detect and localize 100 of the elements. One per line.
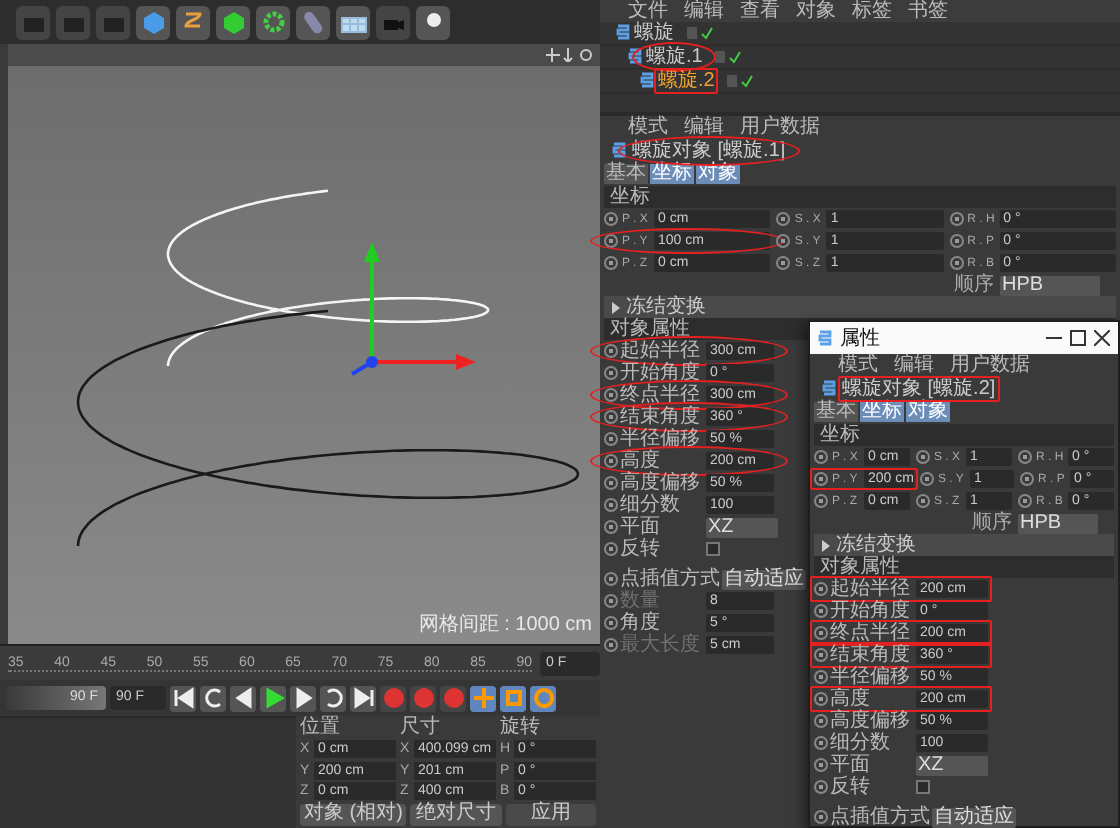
tab[interactable]: 基本 (814, 402, 858, 422)
enabled-check-icon[interactable] (726, 74, 755, 88)
checkbox[interactable] (706, 542, 720, 556)
keyframe-dot-icon[interactable] (776, 256, 791, 270)
cube-icon[interactable] (136, 5, 170, 39)
keyframe-dot-icon[interactable] (604, 520, 618, 534)
keyframe-dot-icon[interactable] (604, 476, 618, 490)
keyframe-dot-icon[interactable] (604, 542, 618, 556)
loop-back-icon[interactable] (200, 685, 226, 711)
keyframe-dot-icon[interactable] (604, 410, 618, 424)
keyframe-dot-icon[interactable] (604, 572, 618, 586)
viewport-navigation-icon[interactable] (546, 48, 594, 62)
keyframe-dot-icon[interactable] (776, 212, 791, 226)
gear-icon[interactable] (256, 5, 290, 39)
step-forward-icon[interactable] (290, 685, 316, 711)
keyframe-dot-icon[interactable] (604, 638, 618, 652)
menu-item[interactable]: 书签 (908, 0, 948, 22)
keyframe-dot-icon[interactable] (814, 714, 828, 728)
keyframe-dot-icon[interactable] (604, 454, 618, 468)
scale-tool-icon[interactable] (500, 685, 526, 711)
dropdown[interactable]: HPB (1018, 513, 1098, 533)
loop-forward-icon[interactable] (320, 685, 346, 711)
keyframe-dot-icon[interactable] (814, 582, 828, 596)
keyframe-dot-icon[interactable] (919, 472, 934, 486)
menu-item[interactable]: 模式 (838, 354, 878, 376)
menu-item[interactable]: 模式 (628, 116, 668, 138)
record-key-icon[interactable] (410, 685, 436, 711)
keyframe-dot-icon[interactable] (814, 604, 828, 618)
keyframe-dot-icon[interactable] (604, 616, 618, 630)
keyframe-dot-icon[interactable] (814, 758, 828, 772)
dropdown[interactable]: 绝对尺寸 (410, 803, 502, 826)
keyframe-dot-icon[interactable] (814, 670, 828, 684)
enabled-check-icon[interactable] (714, 50, 743, 64)
dropdown[interactable]: HPB (1000, 275, 1100, 295)
keyframe-dot-icon[interactable] (949, 212, 964, 226)
collapsed-section[interactable]: 冻结变换 (604, 296, 1116, 318)
checkbox[interactable] (916, 780, 930, 794)
property-label: 高度 (620, 450, 660, 472)
keyframe-dot-icon[interactable] (814, 692, 828, 706)
menu-item[interactable]: 用户数据 (950, 354, 1030, 376)
keyframe-dot-icon[interactable] (949, 256, 964, 270)
keyframe-dot-icon[interactable] (814, 626, 828, 640)
record-key-icon[interactable] (440, 685, 466, 711)
keyframe-dot-icon[interactable] (604, 212, 618, 226)
keyframe-dot-icon[interactable] (814, 780, 828, 794)
keyframe-dot-icon[interactable] (814, 472, 828, 486)
keyframe-dot-icon[interactable] (604, 432, 618, 446)
object-name[interactable]: 螺旋.2 (658, 70, 715, 92)
keyframe-dot-icon[interactable] (604, 366, 618, 380)
step-back-icon[interactable] (230, 685, 256, 711)
close-icon[interactable] (1094, 330, 1110, 346)
object-name[interactable]: 螺旋 (634, 22, 674, 44)
keyframe-dot-icon[interactable] (604, 234, 618, 248)
enabled-check-icon[interactable] (686, 26, 714, 40)
keyframe-dot-icon[interactable] (1018, 450, 1032, 464)
tab[interactable]: 基本 (604, 164, 648, 184)
menu-item[interactable]: 编辑 (894, 354, 934, 376)
keyframe-dot-icon[interactable] (1018, 494, 1032, 508)
play-icon[interactable] (260, 685, 286, 711)
dropdown[interactable]: XZ (706, 517, 778, 537)
property-label: 细分数 (830, 732, 892, 754)
property-label: 半径偏移 (830, 666, 912, 688)
rotate-tool-icon[interactable] (530, 685, 556, 711)
dropdown[interactable]: 自动适应 (722, 569, 806, 589)
keyframe-dot-icon[interactable] (814, 648, 828, 662)
keyframe-dot-icon[interactable] (814, 450, 828, 464)
light-bulb-icon[interactable] (416, 5, 450, 39)
menu-item[interactable]: 标签 (852, 0, 892, 22)
menu-item[interactable]: 编辑 (684, 116, 724, 138)
menu-item[interactable]: 编辑 (684, 0, 724, 22)
keyframe-dot-icon[interactable] (814, 494, 828, 508)
keyframe-dot-icon[interactable] (604, 256, 618, 270)
keyframe-dot-icon[interactable] (949, 234, 964, 248)
floor-grid-icon[interactable] (336, 5, 370, 39)
keyframe-dot-icon[interactable] (604, 594, 618, 608)
object-name[interactable]: 螺旋.1 (646, 46, 703, 68)
maximize-icon[interactable] (1070, 330, 1086, 346)
keyframe-dot-icon[interactable] (814, 736, 828, 750)
menu-item[interactable]: 对象 (796, 0, 836, 22)
menu-item[interactable]: 用户数据 (740, 116, 820, 138)
keyframe-dot-icon[interactable] (604, 388, 618, 402)
move-tool-icon[interactable] (470, 685, 496, 711)
dropdown[interactable]: 自动适应 (932, 807, 1016, 827)
keyframe-dot-icon[interactable] (604, 498, 618, 512)
keyframe-dot-icon[interactable] (814, 810, 828, 824)
keyframe-dot-icon[interactable] (1019, 472, 1034, 486)
keyframe-dot-icon[interactable] (776, 234, 791, 248)
apply-button[interactable]: 应用 (505, 803, 596, 826)
collapsed-section[interactable]: 冻结变换 (814, 534, 1114, 556)
keyframe-dot-icon[interactable] (916, 494, 930, 508)
property-label: 角度 (620, 612, 660, 634)
dropdown[interactable]: XZ (916, 755, 988, 775)
spline-pen-icon[interactable] (176, 5, 210, 39)
keyframe-dot-icon[interactable] (604, 344, 618, 358)
skip-to-start-icon[interactable] (170, 685, 196, 711)
dropdown[interactable]: 对象 (相对) (300, 803, 407, 826)
menu-item[interactable]: 查看 (740, 0, 780, 22)
keyframe-dot-icon[interactable] (916, 450, 930, 464)
skip-to-end-icon[interactable] (350, 685, 376, 711)
capsule-icon[interactable] (296, 5, 330, 39)
